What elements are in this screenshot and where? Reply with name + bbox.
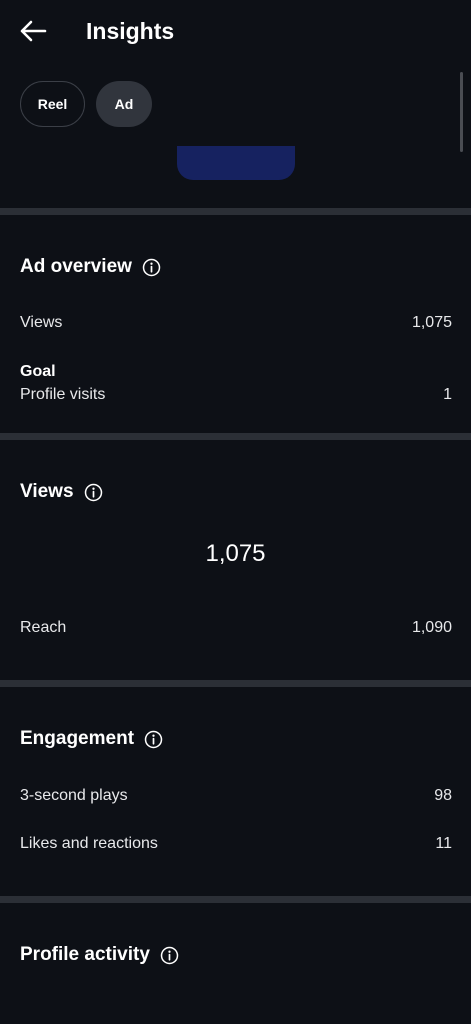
- info-icon[interactable]: [144, 730, 163, 749]
- ad-overview-title: Ad overview: [20, 256, 132, 277]
- goal-metric-value: 1: [443, 386, 452, 403]
- engagement-heading: Engagement: [20, 726, 163, 752]
- tab-ad[interactable]: Ad: [96, 81, 152, 127]
- info-icon[interactable]: [142, 258, 161, 277]
- goal-metric-row: Profile visits 1: [20, 385, 452, 405]
- ad-preview-thumbnail[interactable]: [177, 146, 295, 180]
- info-icon[interactable]: [84, 483, 103, 502]
- likes-row: Likes and reactions 11: [20, 834, 452, 854]
- top-bar: Insights: [0, 0, 471, 62]
- profile-activity-heading: Profile activity: [20, 942, 179, 968]
- plays-value: 98: [434, 787, 452, 804]
- reach-row: Reach 1,090: [20, 618, 452, 638]
- views-title: Views: [20, 481, 74, 502]
- back-button[interactable]: [16, 16, 50, 46]
- page-title: Insights: [86, 18, 175, 44]
- section-divider: [0, 896, 471, 903]
- reach-value: 1,090: [411, 619, 452, 636]
- section-divider: [0, 433, 471, 440]
- goal-metric-label: Profile visits: [20, 386, 106, 403]
- arrow-left-icon: [20, 20, 47, 42]
- info-icon[interactable]: [160, 946, 179, 965]
- ad-overview-views-row: Views 1,075: [20, 313, 452, 333]
- content-type-tabs: Reel Ad: [20, 81, 152, 127]
- plays-label: 3-second plays: [20, 787, 128, 804]
- likes-value: 11: [435, 835, 452, 852]
- views-label: Views: [20, 314, 63, 331]
- reach-label: Reach: [20, 619, 67, 636]
- views-total: 1,075: [205, 540, 266, 567]
- views-value: 1,075: [411, 314, 452, 331]
- plays-row: 3-second plays 98: [20, 786, 452, 806]
- views-heading: Views: [20, 479, 103, 505]
- engagement-title: Engagement: [20, 728, 135, 749]
- likes-label: Likes and reactions: [20, 835, 158, 852]
- section-divider: [0, 680, 471, 687]
- ad-overview-heading: Ad overview: [20, 254, 161, 280]
- section-divider: [0, 208, 471, 215]
- goal-label: Goal: [20, 363, 56, 380]
- tab-reel[interactable]: Reel: [20, 81, 85, 127]
- scrollbar[interactable]: [460, 72, 463, 152]
- profile-activity-title: Profile activity: [20, 944, 150, 965]
